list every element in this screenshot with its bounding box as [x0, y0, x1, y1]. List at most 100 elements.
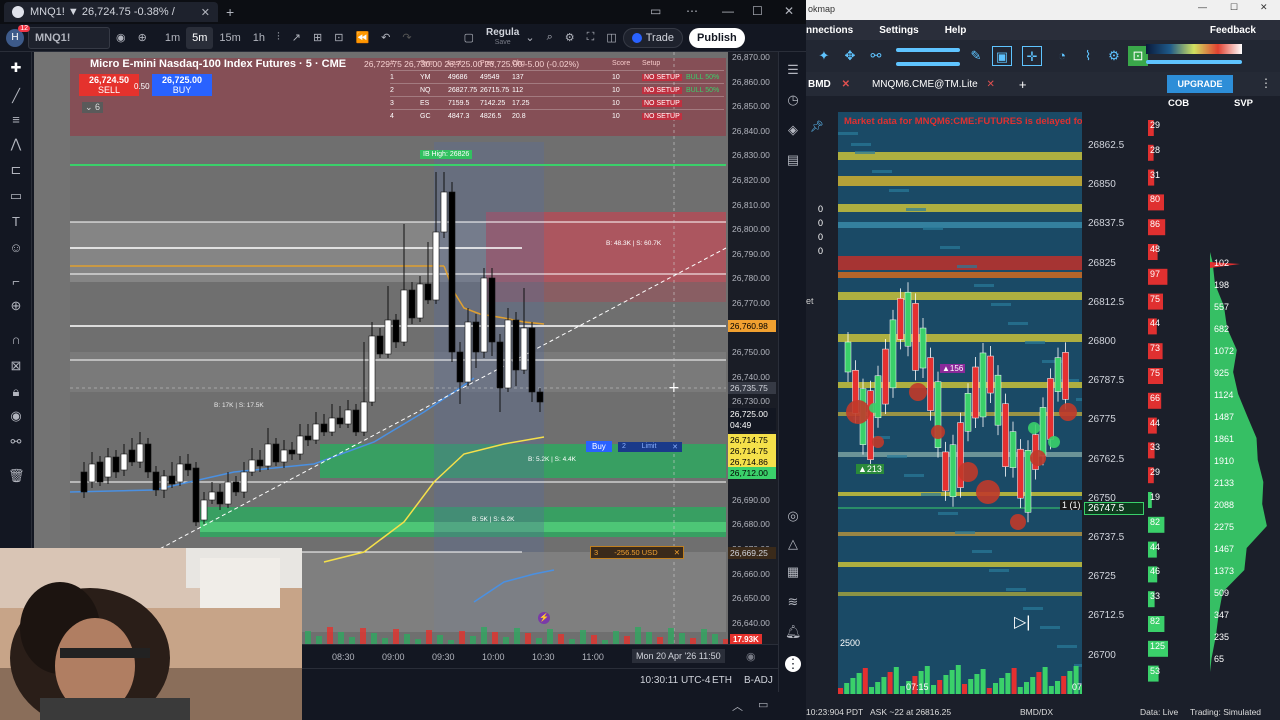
menu-connections[interactable]: nnections: [806, 25, 853, 36]
limit-close-icon[interactable]: ✕: [672, 443, 678, 451]
price-axis[interactable]: 26,870.00 26,860.00 26,850.00 26,840.00 26,8…: [728, 52, 778, 644]
text-icon[interactable]: T: [8, 214, 24, 230]
tab-bmd[interactable]: BMD ✕: [808, 79, 850, 90]
notifications-icon[interactable]: 🔔︎: [785, 624, 802, 640]
screener-row[interactable]: 1 YM 49686 49549 137 10 NO SETUP BULL 50%: [390, 70, 724, 83]
undo-icon[interactable]: ↶: [375, 27, 396, 49]
target-icon[interactable]: ◎: [785, 508, 801, 524]
pencil-icon[interactable]: ✎: [966, 46, 986, 66]
screener-row[interactable]: 2 NQ 26827.75 26715.75 112 10 NO SETUP BULL 50%: [390, 83, 724, 96]
interval-5m[interactable]: 5m: [186, 26, 214, 49]
liquidity-heatmap[interactable]: Market data for MNQM6:CME:FUTURES is del…: [838, 112, 1086, 694]
lock-drawings-icon[interactable]: ⊠: [8, 358, 24, 374]
event-icon[interactable]: ⚡: [538, 612, 550, 624]
bm-minimize-icon[interactable]: —: [1198, 2, 1207, 12]
chart-tool-icon[interactable]: ⌇: [1078, 46, 1098, 66]
menu-settings[interactable]: Settings: [879, 25, 918, 36]
heatmap-color-bar[interactable]: [1146, 44, 1242, 54]
templates-icon[interactable]: ⊞: [307, 27, 328, 49]
layout-dropdown-icon[interactable]: ⌄: [519, 27, 540, 49]
gear-tool-icon[interactable]: ⚙: [1104, 46, 1124, 66]
new-tab-icon[interactable]: +: [226, 4, 234, 20]
add-tab-icon[interactable]: +: [1019, 77, 1027, 92]
trendline-icon[interactable]: ╱: [8, 88, 24, 104]
move-icon[interactable]: ✥: [840, 46, 860, 66]
status-session[interactable]: ETH: [712, 675, 732, 686]
close-window-icon[interactable]: ✕: [784, 4, 794, 18]
axis-settings-icon[interactable]: ◉: [746, 650, 756, 663]
replay-icon[interactable]: ⏪: [349, 27, 375, 49]
screener-row[interactable]: 3 ES 7159.5 7142.25 17.25 10 NO SETUP: [390, 96, 724, 109]
buy-order-button[interactable]: Buy: [586, 441, 612, 452]
fib-icon[interactable]: ≡: [8, 112, 24, 128]
heatmap-slider[interactable]: [1146, 60, 1242, 64]
zoom-icon[interactable]: ⊕: [8, 298, 24, 314]
layout-name[interactable]: Regula Save: [486, 27, 519, 48]
link-icon[interactable]: ⚯: [866, 46, 886, 66]
apps-icon[interactable]: ⋮: [785, 656, 801, 672]
sell-button[interactable]: 26,724.50 SELL: [79, 74, 139, 96]
chat-bubble-icon[interactable]: ▣: [992, 46, 1012, 66]
crosshair-tool-icon[interactable]: ✛: [1022, 46, 1042, 66]
avatar[interactable]: H 12: [6, 24, 30, 47]
unlock-icon[interactable]: ⊡: [1128, 46, 1148, 66]
contrast-slider[interactable]: [896, 62, 960, 66]
timer-icon[interactable]: ◔: [1052, 46, 1072, 66]
candle-type-icon[interactable]: ⫶: [271, 27, 286, 49]
star-icon[interactable]: ✦: [814, 46, 834, 66]
feedback-link[interactable]: Feedback: [1210, 25, 1256, 36]
bm-maximize-icon[interactable]: ☐: [1230, 2, 1238, 13]
trade-button[interactable]: Trade: [622, 27, 684, 48]
indicator-toggle[interactable]: ⌄ 6: [82, 102, 104, 113]
close-tab-icon[interactable]: ✕: [201, 6, 210, 19]
interval-15m[interactable]: 15m: [213, 27, 246, 49]
snapshot-icon[interactable]: ◫: [600, 27, 622, 49]
calendar-icon[interactable]: ▦: [785, 564, 801, 580]
brightness-slider[interactable]: [896, 48, 960, 52]
layout-select-icon[interactable]: ▢: [458, 27, 480, 49]
pin-icon[interactable]: 📌︎: [810, 120, 824, 133]
watchlist-icon[interactable]: ☰: [785, 62, 801, 78]
bookmap-price-axis[interactable]: 26862.5 26850 26837.5 26825 26812.5 26800 2678…: [1082, 112, 1146, 694]
chart-tab[interactable]: MNQ1! ▼ 26,724.75 -0.38% / ✕: [4, 2, 219, 22]
menu-help[interactable]: Help: [945, 25, 967, 36]
minimize-icon[interactable]: —: [722, 4, 734, 18]
chat-icon[interactable]: ▤: [785, 152, 801, 168]
status-adjust[interactable]: B-ADJ: [744, 675, 773, 686]
tab-mnq[interactable]: MNQM6.CME@TM.Lite ✕: [872, 79, 995, 90]
layout-icon[interactable]: ▭: [650, 4, 661, 18]
position-tag[interactable]: 3 -256.50 USD ✕: [590, 546, 684, 559]
pattern-icon[interactable]: ⋀: [8, 136, 24, 152]
emoji-icon[interactable]: ☺: [8, 240, 24, 256]
alert-icon[interactable]: ⊡: [328, 27, 349, 49]
interval-1h[interactable]: 1h: [247, 27, 271, 49]
fullscreen-icon[interactable]: ⛶: [581, 27, 601, 49]
layers-icon[interactable]: ◈: [785, 122, 801, 138]
maximize-icon[interactable]: ☐: [752, 4, 763, 18]
forecast-icon[interactable]: ⊏: [8, 162, 24, 178]
search-icon[interactable]: ⌕: [541, 27, 559, 49]
heatmap-canvas[interactable]: [838, 112, 1086, 694]
link-icon[interactable]: ⚯: [8, 434, 24, 450]
tab-bmd-close-icon[interactable]: ✕: [842, 79, 850, 90]
stream-icon[interactable]: ≋: [785, 594, 801, 610]
bm-more-icon[interactable]: ⋮: [1260, 76, 1272, 90]
lock-icon[interactable]: 🔒︎: [8, 384, 24, 400]
settings-icon[interactable]: ⚙: [559, 27, 581, 49]
alerts-clock-icon[interactable]: ◷: [785, 92, 801, 108]
interval-1m[interactable]: 1m: [159, 27, 186, 49]
add-symbol-icon[interactable]: ⊕: [132, 27, 153, 49]
publish-button[interactable]: Publish: [689, 27, 745, 48]
measure-icon[interactable]: ⌐: [8, 274, 24, 290]
crosshair-icon[interactable]: ✚: [8, 60, 24, 76]
more-icon[interactable]: ⋯: [686, 4, 698, 18]
play-button[interactable]: ▷|: [1014, 612, 1030, 632]
maximize-panel-icon[interactable]: ▭: [758, 698, 768, 711]
trash-icon[interactable]: 🗑︎: [8, 468, 25, 484]
upgrade-button[interactable]: UPGRADE: [1167, 75, 1233, 93]
time-axis[interactable]: Mon 20 Apr '26 11:50 ◉ 08:30 09:00 09:30 10…: [300, 644, 778, 668]
shapes-icon[interactable]: ▭: [8, 188, 24, 204]
limit-order-tag[interactable]: 2 Limit ✕: [618, 442, 682, 452]
position-close-icon[interactable]: ✕: [674, 548, 680, 557]
eye-icon[interactable]: ◉: [110, 27, 132, 49]
